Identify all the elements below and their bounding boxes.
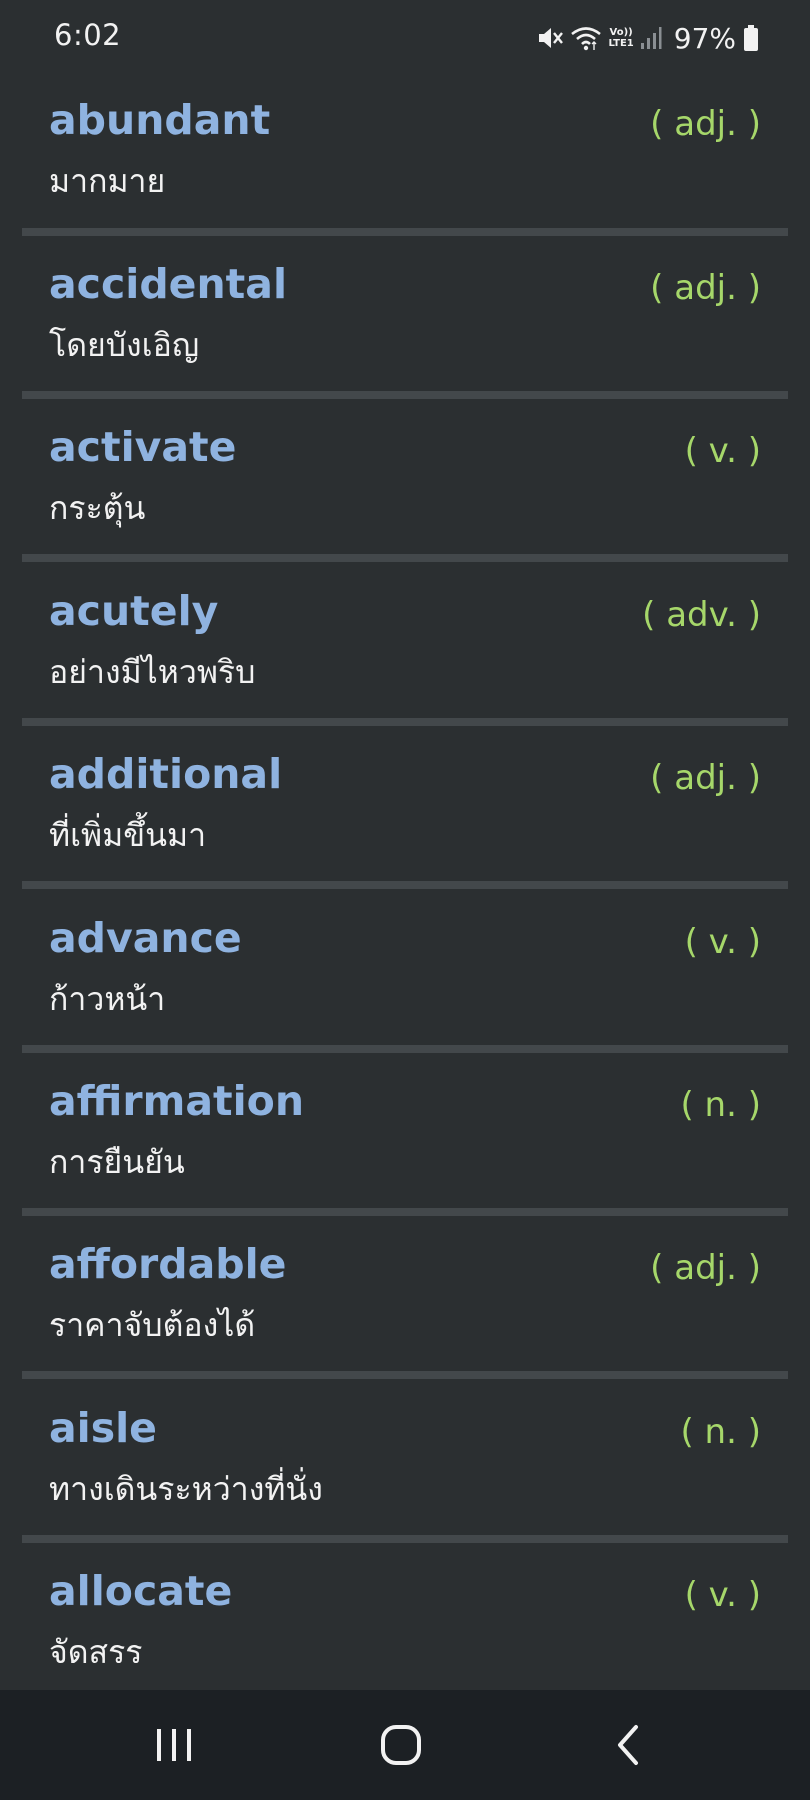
word-meaning: โดยบังเอิญ: [49, 326, 200, 364]
word-term: abundant: [49, 96, 271, 144]
word-row[interactable]: affordable ( adj. ) ราคาจับต้องได้: [0, 1220, 810, 1372]
word-meaning: มากมาย: [49, 162, 166, 200]
word-row[interactable]: additional ( adj. ) ที่เพิ่มขึ้นมา: [0, 730, 810, 882]
word-list[interactable]: abundant ( adj. ) มากมาย accidental ( ad…: [0, 76, 810, 1690]
row-divider: [22, 1535, 788, 1543]
word-meaning: ที่เพิ่มขึ้นมา: [49, 816, 207, 854]
battery-icon: [744, 25, 758, 51]
word-meaning: กระตุ้น: [49, 489, 146, 527]
word-meaning: การยืนยัน: [49, 1143, 185, 1181]
word-row[interactable]: activate ( v. ) กระตุ้น: [0, 403, 810, 555]
word-meaning: ก้าวหน้า: [49, 980, 166, 1018]
word-row[interactable]: abundant ( adj. ) มากมาย: [0, 76, 810, 228]
volte-label-bottom: LTE1: [608, 38, 634, 49]
word-part-of-speech: ( adv. ): [642, 595, 761, 635]
word-term: acutely: [49, 587, 219, 635]
word-meaning: ทางเดินระหว่างที่นั่ง: [49, 1470, 323, 1508]
status-icons: Vo)) LTE1 97%: [536, 20, 758, 56]
row-divider: [22, 1045, 788, 1053]
word-part-of-speech: ( adj. ): [650, 104, 761, 144]
word-term: activate: [49, 423, 237, 471]
word-part-of-speech: ( adj. ): [650, 268, 761, 308]
word-row[interactable]: affirmation ( n. ) การยืนยัน: [0, 1057, 810, 1209]
navigation-bar: [0, 1690, 810, 1800]
word-row[interactable]: allocate ( v. ) จัดสรร: [0, 1547, 810, 1690]
word-row[interactable]: acutely ( adv. ) อย่างมีไหวพริบ: [0, 567, 810, 719]
recent-apps-button[interactable]: [139, 1710, 209, 1780]
word-meaning: อย่างมีไหวพริบ: [49, 653, 256, 691]
word-meaning: จัดสรร: [49, 1633, 143, 1671]
word-term: aisle: [49, 1404, 157, 1452]
wifi-icon: [570, 24, 602, 52]
row-divider: [22, 228, 788, 236]
signal-icon: [640, 25, 662, 51]
row-divider: [22, 391, 788, 399]
word-meaning: ราคาจับต้องได้: [49, 1306, 256, 1344]
word-term: advance: [49, 914, 242, 962]
row-divider: [22, 718, 788, 726]
word-term: affordable: [49, 1240, 287, 1288]
word-part-of-speech: ( n. ): [680, 1412, 761, 1452]
word-term: additional: [49, 750, 283, 798]
status-time: 6:02: [54, 18, 122, 52]
word-term: affirmation: [49, 1077, 305, 1125]
row-divider: [22, 1208, 788, 1216]
word-part-of-speech: ( n. ): [680, 1085, 761, 1125]
word-row[interactable]: aisle ( n. ) ทางเดินระหว่างที่นั่ง: [0, 1384, 810, 1536]
back-button[interactable]: [593, 1710, 663, 1780]
word-part-of-speech: ( adj. ): [650, 758, 761, 798]
row-divider: [22, 1371, 788, 1379]
volte-indicator: Vo)) LTE1: [608, 27, 633, 49]
word-term: allocate: [49, 1567, 233, 1615]
word-part-of-speech: ( v. ): [684, 431, 761, 471]
home-icon: [381, 1725, 421, 1765]
battery-percent: 97%: [673, 21, 736, 55]
word-term: accidental: [49, 260, 287, 308]
status-bar: 6:02 Vo)) LTE1 97%: [0, 0, 810, 76]
row-divider: [22, 881, 788, 889]
word-row[interactable]: accidental ( adj. ) โดยบังเอิญ: [0, 240, 810, 392]
word-part-of-speech: ( v. ): [684, 1575, 761, 1615]
recent-apps-icon: [157, 1729, 191, 1761]
volte-label-top: Vo)): [609, 27, 633, 38]
back-icon: [618, 1725, 638, 1765]
word-row[interactable]: advance ( v. ) ก้าวหน้า: [0, 894, 810, 1046]
home-button[interactable]: [366, 1710, 436, 1780]
row-divider: [22, 554, 788, 562]
word-part-of-speech: ( adj. ): [650, 1248, 761, 1288]
word-part-of-speech: ( v. ): [684, 922, 761, 962]
mute-icon: [536, 24, 564, 52]
